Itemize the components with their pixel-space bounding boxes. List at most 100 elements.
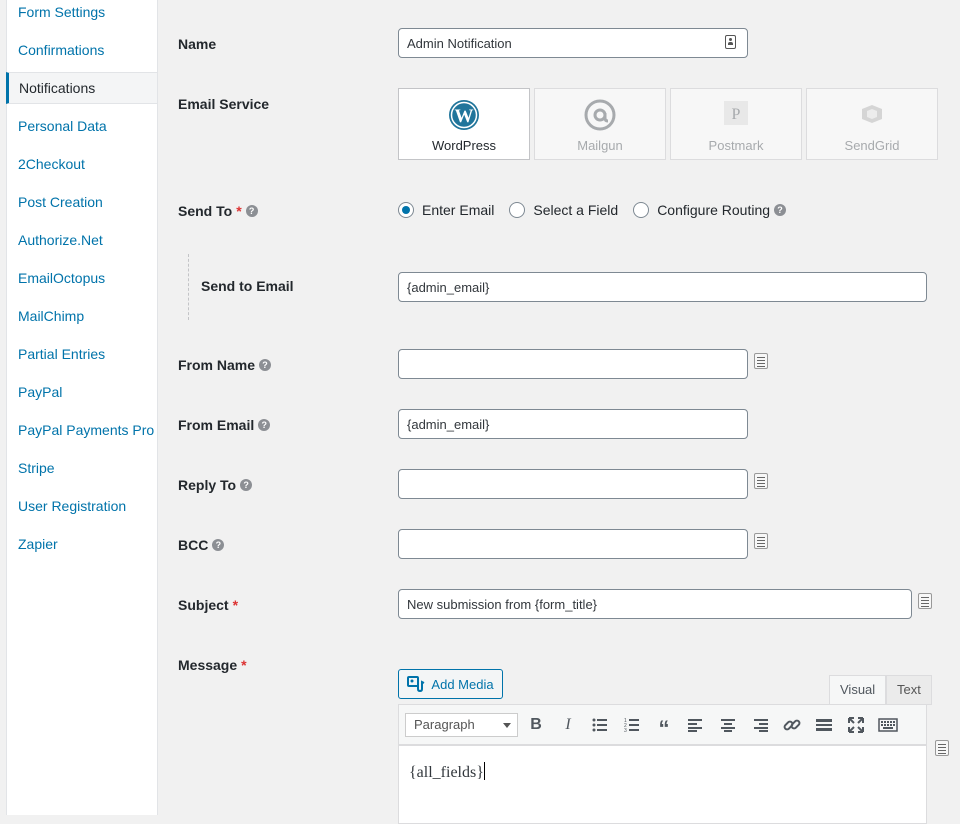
notification-settings-form: Name Email Service W WordPress Mailgun P… (158, 0, 960, 824)
keyboard-icon[interactable] (876, 713, 900, 737)
message-label-text: Message (178, 657, 238, 673)
sidebar-item-mailchimp[interactable]: MailChimp (7, 302, 157, 334)
sidebar-item-2checkout[interactable]: 2Checkout (7, 150, 157, 182)
numbered-list-icon[interactable]: 123 (620, 713, 644, 737)
email-service-postmark-label: Postmark (708, 138, 764, 153)
required-mark: * (241, 657, 247, 673)
send-to-email-subsection (188, 254, 189, 320)
from-name-label-text: From Name (178, 357, 256, 373)
required-mark: * (236, 203, 242, 219)
from-name-label: From Name ? (178, 357, 272, 373)
svg-text:3: 3 (624, 728, 627, 732)
from-email-label-text: From Email (178, 417, 255, 433)
merge-tag-icon[interactable] (935, 740, 949, 756)
email-service-sendgrid-label: SendGrid (844, 138, 900, 153)
merge-tag-icon[interactable] (754, 353, 768, 369)
from-name-input[interactable] (398, 349, 748, 379)
add-media-button[interactable]: Add Media (398, 669, 503, 699)
email-service-wordpress[interactable]: W WordPress (398, 88, 530, 160)
name-input[interactable] (398, 28, 748, 58)
help-icon[interactable]: ? (245, 205, 258, 217)
email-service-mailgun[interactable]: Mailgun (534, 88, 666, 160)
svg-text:W: W (455, 106, 474, 127)
sidebar-item-notifications[interactable]: Notifications (6, 72, 157, 104)
wordpress-icon: W (449, 100, 479, 130)
add-media-label: Add Media (431, 676, 494, 692)
link-icon[interactable] (780, 713, 804, 737)
required-mark: * (232, 597, 239, 613)
align-right-icon[interactable] (748, 713, 772, 737)
send-to-enter-email[interactable]: Enter Email (398, 202, 494, 218)
from-email-input[interactable] (398, 409, 748, 439)
radio-select-field[interactable] (509, 202, 526, 218)
tab-visual[interactable]: Visual (829, 675, 887, 705)
radio-configure-routing[interactable] (633, 202, 650, 218)
help-icon[interactable]: ? (258, 419, 271, 431)
message-editor[interactable]: {all_fields} (398, 744, 927, 824)
sidebar-item-confirmations[interactable]: Confirmations (7, 36, 157, 68)
sidebar-item-form-settings[interactable]: Form Settings (7, 0, 157, 30)
sidebar-item-post-creation[interactable]: Post Creation (7, 188, 157, 220)
media-icon (407, 676, 425, 692)
email-service-label: Email Service (178, 96, 269, 112)
bold-icon[interactable]: B (524, 713, 548, 737)
send-to-select-field[interactable]: Select a Field (509, 202, 618, 218)
from-email-label: From Email ? (178, 417, 271, 433)
send-to-email-label-text: Send to Email (201, 278, 294, 294)
subject-label-text: Subject (178, 597, 229, 613)
sidebar-item-partial-entries[interactable]: Partial Entries (7, 340, 157, 372)
blockquote-icon[interactable]: “ (652, 713, 676, 741)
sidebar-item-user-registration[interactable]: User Registration (7, 492, 157, 524)
email-service-wordpress-label: WordPress (431, 138, 497, 153)
send-to-configure-routing[interactable]: Configure Routing ? (633, 202, 787, 218)
radio-enter-email[interactable] (398, 202, 414, 218)
bcc-label-text: BCC (178, 537, 209, 553)
help-icon[interactable]: ? (259, 359, 272, 371)
radio-enter-email-label: Enter Email (422, 202, 495, 218)
email-service-mailgun-label: Mailgun (577, 138, 623, 153)
radio-configure-routing-label: Configure Routing (657, 202, 771, 218)
send-to-options: Enter Email Select a Field Configure Rou… (398, 202, 801, 218)
align-center-icon[interactable] (716, 713, 740, 737)
align-left-icon[interactable] (684, 713, 708, 737)
send-to-email-label: Send to Email (201, 278, 294, 294)
contact-card-icon[interactable] (725, 35, 736, 49)
help-icon[interactable]: ? (212, 539, 225, 551)
subject-input[interactable] (398, 589, 912, 619)
subject-label: Subject * (178, 597, 238, 613)
sidebar-item-emailoctopus[interactable]: EmailOctopus (7, 264, 157, 296)
format-select[interactable]: Paragraph (405, 713, 518, 737)
message-content: {all_fields} (409, 764, 484, 781)
sidebar-item-paypal-payments-pro[interactable]: PayPal Payments Pro (7, 416, 157, 448)
reply-to-input[interactable] (398, 469, 748, 499)
sidebar-item-paypal[interactable]: PayPal (7, 378, 157, 410)
sidebar-item-zapier[interactable]: Zapier (7, 530, 157, 562)
tab-text[interactable]: Text (886, 675, 932, 705)
help-icon[interactable]: ? (240, 479, 253, 491)
send-to-label: Send To * ? (178, 203, 258, 219)
email-service-sendgrid[interactable]: SendGrid (806, 88, 938, 160)
email-service-label-text: Email Service (178, 96, 270, 112)
sidebar-item-personal-data[interactable]: Personal Data (7, 112, 157, 144)
reply-to-label-text: Reply To (178, 477, 237, 493)
merge-tag-icon[interactable] (918, 593, 932, 609)
editor-toolbar: Paragraph B I 123 “ (398, 704, 927, 744)
sidebar-item-stripe[interactable]: Stripe (7, 454, 157, 486)
italic-icon[interactable]: I (556, 713, 580, 737)
help-icon[interactable]: ? (774, 204, 787, 216)
email-service-postmark[interactable]: P Postmark (670, 88, 802, 160)
postmark-icon: P (724, 101, 748, 125)
horizontal-rule-icon[interactable] (812, 713, 836, 737)
bullet-list-icon[interactable] (588, 713, 612, 737)
merge-tag-icon[interactable] (754, 473, 768, 489)
send-to-label-text: Send To (178, 203, 233, 219)
merge-tag-icon[interactable] (754, 533, 768, 549)
text-caret (483, 762, 485, 780)
send-to-email-input[interactable] (398, 272, 927, 302)
radio-select-field-label: Select a Field (533, 202, 619, 218)
fullscreen-icon[interactable] (844, 713, 868, 737)
bcc-input[interactable] (398, 529, 748, 559)
sidebar-item-authorize-net[interactable]: Authorize.Net (7, 226, 157, 258)
mailgun-icon (584, 99, 616, 131)
reply-to-label: Reply To ? (178, 477, 253, 493)
